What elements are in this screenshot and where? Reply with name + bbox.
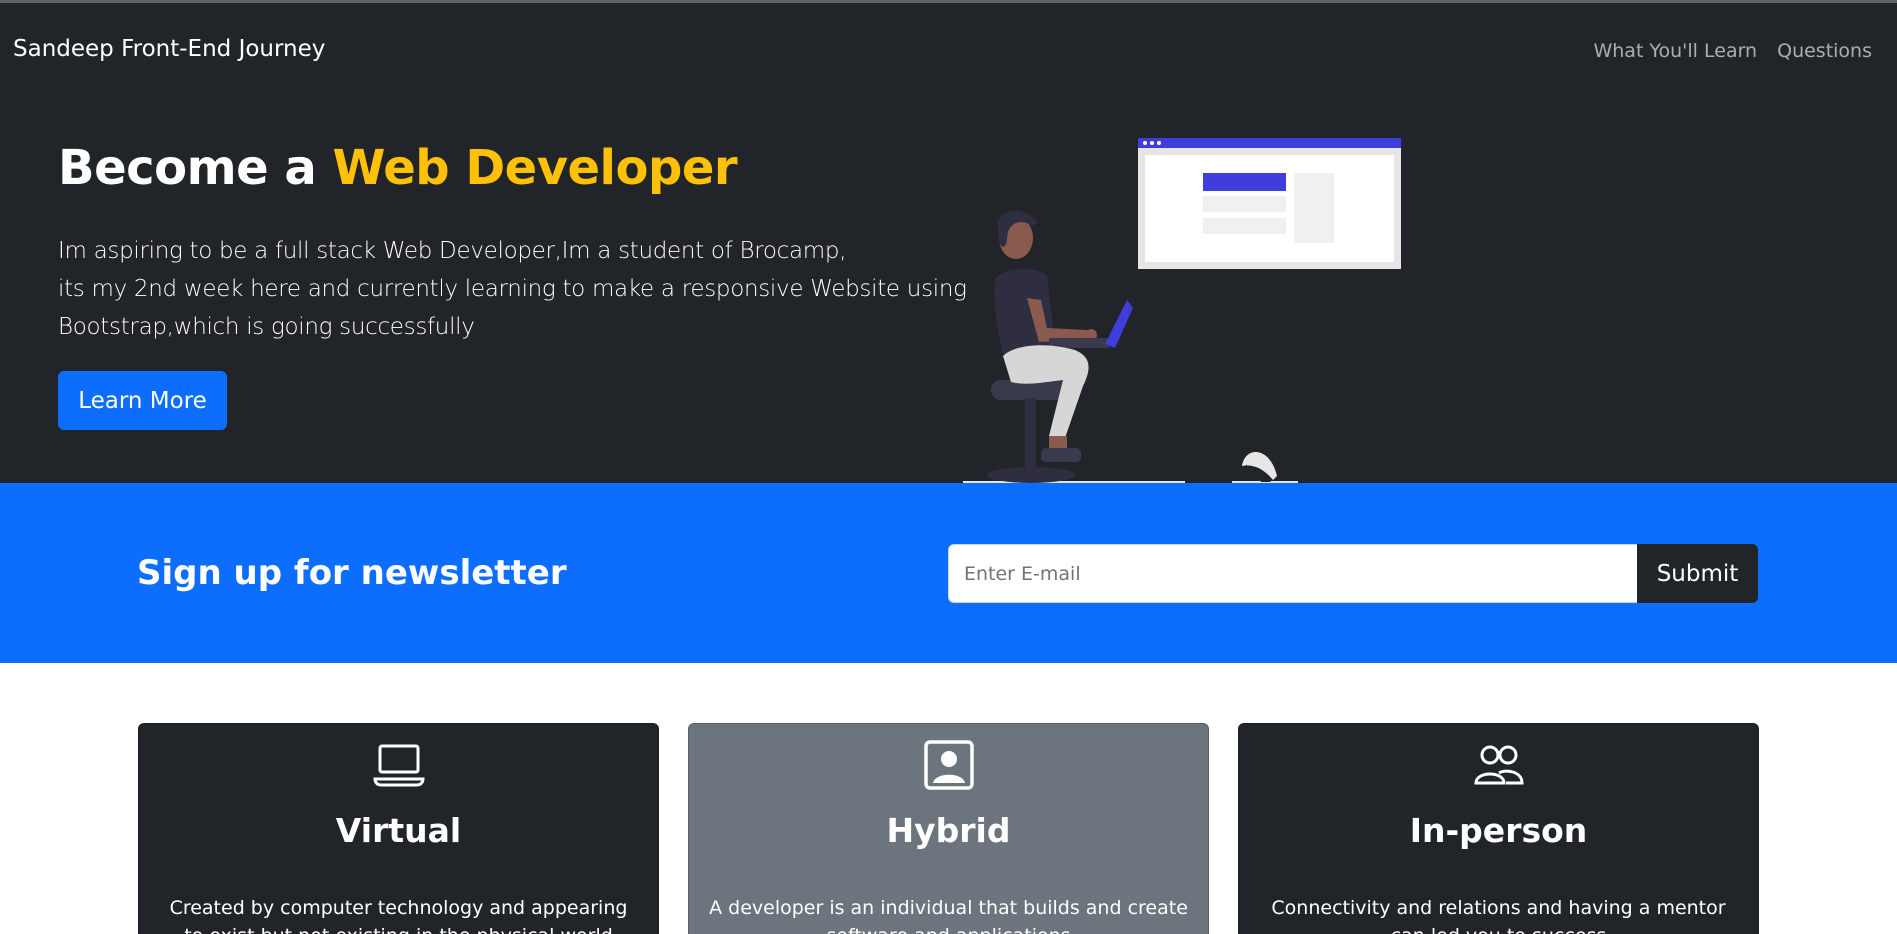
person-square-icon — [923, 740, 974, 790]
laptop-icon — [372, 744, 425, 787]
card-title: Hybrid — [886, 811, 1011, 850]
card-in-person: In-person Connectivity and relations and… — [1238, 723, 1759, 934]
hero-description-line: its my 2nd week here and currently learn… — [58, 276, 967, 302]
card-title: Virtual — [335, 811, 462, 850]
learn-more-button[interactable]: Learn More — [58, 371, 227, 430]
nav-link-what-youll-learn[interactable]: What You'll Learn — [1593, 40, 1757, 62]
card-virtual: Virtual Created by computer technology a… — [138, 723, 659, 934]
navbar: Sandeep Front-End Journey What You'll Le… — [0, 3, 1897, 95]
hero-title-accent: Web Developer — [332, 140, 738, 196]
card-text: Connectivity and relations and having a … — [1271, 897, 1726, 934]
hero-description-line: Im aspiring to be a full stack Web Devel… — [58, 238, 847, 264]
card-title: In-person — [1409, 811, 1588, 850]
card-text: Created by computer technology and appea… — [169, 897, 628, 934]
hero-description: Im aspiring to be a full stack Web Devel… — [58, 232, 967, 346]
card-text: A developer is an individual that builds… — [709, 897, 1188, 934]
hero-title-prefix: Become a — [58, 140, 333, 196]
submit-button[interactable]: Submit — [1637, 544, 1758, 603]
nav-link-questions[interactable]: Questions — [1777, 40, 1872, 62]
card-hybrid: Hybrid A developer is an individual that… — [688, 723, 1209, 934]
person-with-laptop-illustration — [963, 138, 1401, 483]
nav-links: What You'll Learn Questions — [1593, 40, 1872, 62]
newsletter-title: Sign up for newsletter — [137, 553, 567, 593]
hero-description-line: Bootstrap,which is going successfully — [58, 314, 475, 340]
newsletter-section: Sign up for newsletter Submit — [0, 483, 1897, 663]
people-icon — [1473, 745, 1524, 785]
hero-title: Become a Web Developer — [58, 140, 738, 196]
email-input[interactable] — [948, 544, 1638, 603]
navbar-brand[interactable]: Sandeep Front-End Journey — [13, 36, 325, 62]
